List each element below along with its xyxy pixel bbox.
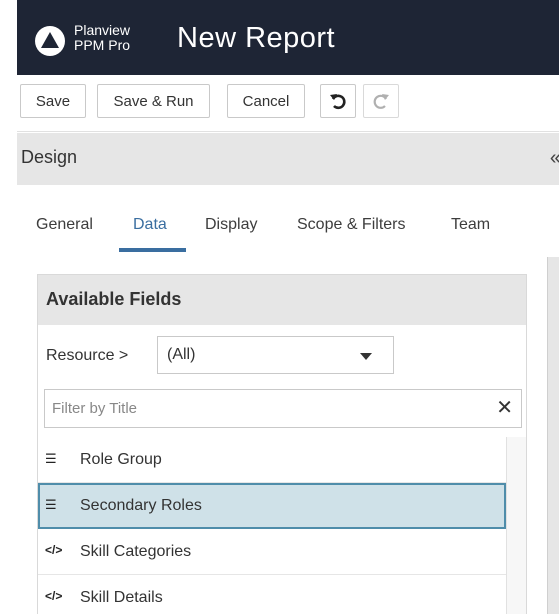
active-tab-indicator (119, 248, 186, 252)
code-icon: </> (45, 543, 63, 557)
available-fields-header: Available Fields (38, 275, 526, 325)
toolbar: Save Save & Run Cancel (17, 75, 559, 132)
adjacent-panel-edge (547, 257, 559, 614)
clear-filter-icon[interactable]: ✕ (496, 398, 513, 418)
filter-placeholder: Filter by Title (52, 400, 138, 417)
app-header: Planview PPM Pro New Report (17, 0, 559, 75)
tab-general[interactable]: General (36, 216, 93, 234)
collapse-panel-icon[interactable]: « (550, 147, 559, 170)
save-and-run-button[interactable]: Save & Run (97, 84, 210, 118)
tab-display[interactable]: Display (205, 216, 257, 234)
redo-icon (373, 94, 389, 109)
brand-line-1: Planview (74, 22, 131, 38)
resource-select[interactable]: (All) (157, 336, 394, 374)
brand-line-2: PPM Pro (74, 37, 131, 53)
redo-button[interactable] (363, 84, 399, 118)
undo-button[interactable] (320, 84, 356, 118)
cancel-button[interactable]: Cancel (227, 84, 305, 118)
list-item-label: Secondary Roles (80, 497, 202, 514)
tab-team[interactable]: Team (451, 216, 490, 234)
list-item-label: Skill Details (80, 589, 163, 606)
list-item-label: Role Group (80, 451, 162, 468)
list-item[interactable]: </> Skill Details (38, 575, 506, 614)
list-scrollbar[interactable] (506, 437, 526, 614)
tab-data[interactable]: Data (133, 216, 167, 234)
chevron-down-icon (360, 353, 372, 360)
list-icon: ☰ (45, 451, 57, 466)
planview-logo-icon (35, 26, 65, 56)
filter-by-title-input[interactable]: Filter by Title ✕ (44, 389, 522, 428)
list-item-selected[interactable]: ☰ Secondary Roles (38, 483, 506, 529)
list-item-label: Skill Categories (80, 543, 192, 560)
list-item[interactable]: </> Skill Categories (38, 529, 506, 575)
undo-icon (330, 94, 346, 110)
available-fields-panel: Available Fields Resource > (All) Filter… (37, 274, 527, 614)
resource-breadcrumb-label: Resource > (46, 347, 129, 364)
design-label: Design (21, 147, 78, 167)
design-section-bar: Design « (17, 133, 559, 185)
available-fields-list: ☰ Role Group ☰ Secondary Roles </> Skill… (38, 437, 526, 614)
list-icon: ☰ (45, 497, 57, 512)
code-icon: </> (45, 589, 63, 603)
list-item[interactable]: ☰ Role Group (38, 437, 506, 483)
brand-name: Planview PPM Pro (74, 23, 130, 53)
tab-scope-filters[interactable]: Scope & Filters (297, 216, 405, 234)
save-button[interactable]: Save (20, 84, 86, 118)
available-fields-title: Available Fields (46, 289, 182, 309)
page-title: New Report (177, 22, 336, 54)
resource-select-value: (All) (167, 346, 196, 363)
